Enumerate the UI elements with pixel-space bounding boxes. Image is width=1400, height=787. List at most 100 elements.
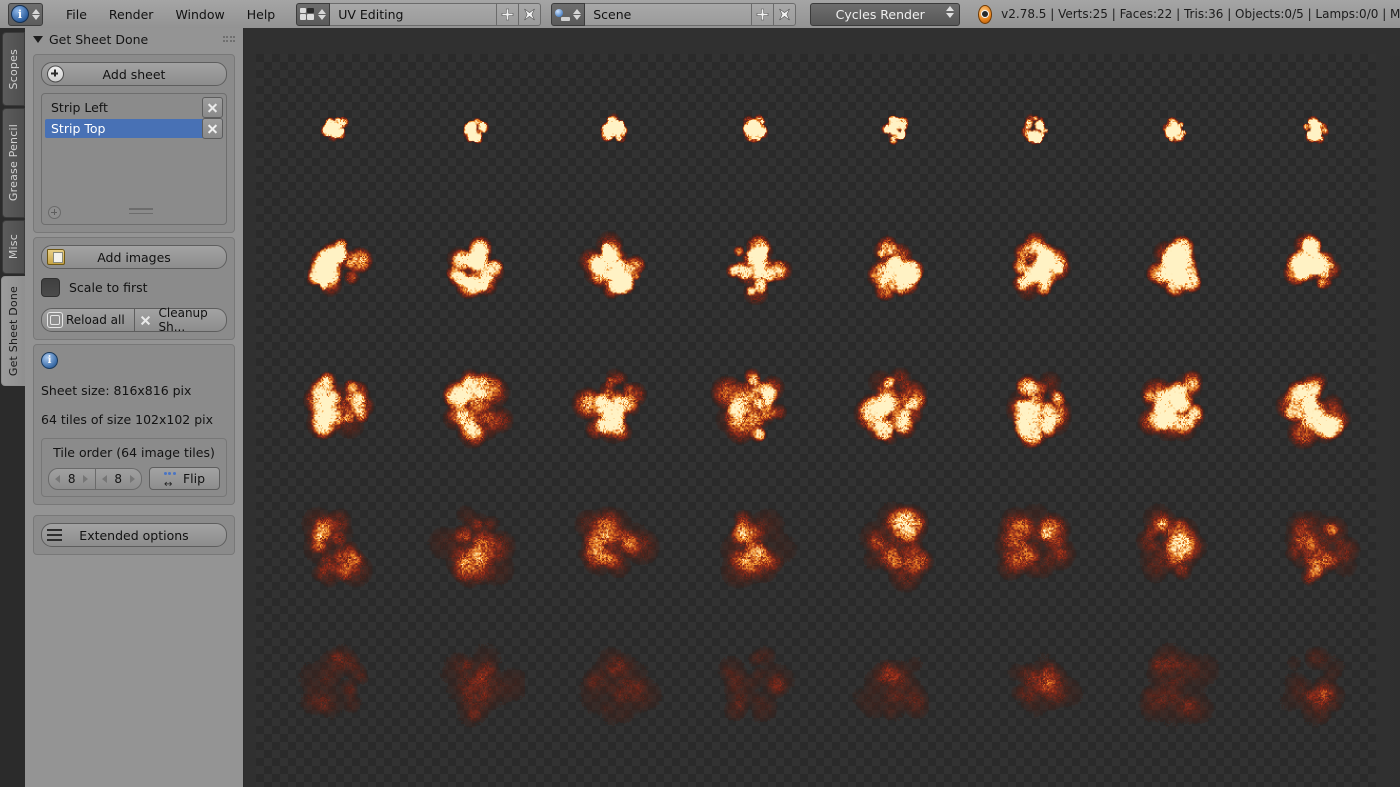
delete-scene-button[interactable] bbox=[774, 2, 797, 26]
sprite-tile bbox=[1264, 80, 1365, 181]
add-strip-icon[interactable] bbox=[48, 206, 61, 219]
tile-rows-stepper[interactable]: 8 bbox=[95, 467, 142, 490]
canvas-right-edge bbox=[1378, 56, 1400, 787]
blender-window: i File Render Window Help UV Editing Sce… bbox=[0, 0, 1400, 787]
list-icon bbox=[47, 529, 62, 541]
flip-icon: ↔ bbox=[163, 471, 179, 489]
menu-item-render[interactable]: Render bbox=[98, 5, 165, 24]
sprite-tile bbox=[284, 360, 385, 461]
close-icon[interactable] bbox=[202, 97, 223, 118]
strip-label: Strip Left bbox=[51, 100, 108, 115]
reload-all-button[interactable]: Reload all bbox=[41, 308, 135, 332]
strip-list[interactable]: Strip Left Strip Top bbox=[41, 93, 227, 225]
sprite-sheet-image[interactable] bbox=[256, 54, 1376, 787]
sprite-tile bbox=[424, 80, 525, 181]
properties-sidebar: Get Sheet Done Add sheet Strip Left Stri… bbox=[25, 28, 244, 787]
cleanup-sheet-button[interactable]: Cleanup Sh... bbox=[134, 306, 227, 334]
sidebar-tab-get-sheet-done[interactable]: Get Sheet Done bbox=[1, 276, 26, 386]
render-engine-value: Cycles Render bbox=[835, 6, 925, 22]
sprite-tile bbox=[704, 640, 805, 741]
scale-to-first-row[interactable]: Scale to first bbox=[41, 278, 227, 297]
scene-icon[interactable] bbox=[551, 2, 586, 26]
sprite-tile bbox=[564, 640, 665, 741]
extended-options-label: Extended options bbox=[79, 527, 189, 543]
sprite-tile bbox=[984, 640, 1085, 741]
sprite-tile bbox=[284, 640, 385, 741]
info-icon: i bbox=[41, 352, 58, 369]
chevron-right-icon[interactable] bbox=[83, 474, 89, 483]
list-footer bbox=[48, 206, 220, 219]
add-sheet-button[interactable]: Add sheet bbox=[41, 62, 227, 86]
sheets-box: Add sheet Strip Left Strip Top bbox=[33, 54, 235, 233]
close-icon[interactable] bbox=[202, 118, 223, 139]
sprite-tile bbox=[984, 500, 1085, 601]
sprite-tile bbox=[564, 220, 665, 321]
sprite-tile bbox=[844, 640, 945, 741]
scale-to-first-checkbox[interactable] bbox=[41, 278, 60, 297]
sidebar-tab-misc[interactable]: Misc bbox=[2, 220, 25, 274]
sprite-tile bbox=[1264, 220, 1365, 321]
list-item[interactable]: Strip Top bbox=[45, 118, 223, 139]
sprite-tile bbox=[1264, 360, 1365, 461]
tile-order-controls: 8 8 ↔ Flip bbox=[48, 467, 220, 490]
chevron-updown-icon bbox=[946, 5, 955, 18]
tile-order-box: Tile order (64 image tiles) 8 8 ↔ Flip bbox=[41, 438, 227, 497]
sidebar-tab-grease-pencil[interactable]: Grease Pencil bbox=[2, 108, 25, 218]
extended-options-box: Extended options bbox=[33, 515, 235, 555]
sprite-tile bbox=[844, 360, 945, 461]
add-scene-button[interactable] bbox=[752, 2, 775, 26]
sprite-tile bbox=[844, 80, 945, 181]
resize-grabber[interactable] bbox=[128, 208, 153, 217]
sprite-tile bbox=[424, 500, 525, 601]
tile-info-text: 64 tiles of size 102x102 pix bbox=[41, 412, 214, 427]
page-title: Get Sheet Done bbox=[49, 31, 149, 47]
screen-layout-icon[interactable] bbox=[296, 2, 331, 26]
tile-columns-value: 8 bbox=[67, 471, 76, 486]
sprite-tile bbox=[704, 80, 805, 181]
list-item[interactable]: Strip Left bbox=[45, 97, 223, 118]
reload-icon bbox=[47, 312, 63, 328]
uv-image-editor-canvas[interactable] bbox=[244, 28, 1400, 787]
top-header-bar: i File Render Window Help UV Editing Sce… bbox=[0, 0, 1400, 29]
sidebar-tab-scopes[interactable]: Scopes bbox=[2, 32, 25, 106]
extended-options-button[interactable]: Extended options bbox=[41, 523, 227, 547]
panel-header-get-sheet-done[interactable]: Get Sheet Done bbox=[25, 28, 243, 50]
scene-value[interactable]: Scene bbox=[585, 2, 753, 26]
menu-item-help[interactable]: Help bbox=[236, 5, 287, 24]
sprite-tile bbox=[424, 360, 525, 461]
delete-screen-layout-button[interactable] bbox=[519, 2, 542, 26]
sprite-tile bbox=[1264, 640, 1365, 741]
menu-item-window[interactable]: Window bbox=[164, 5, 235, 24]
render-engine-selector[interactable]: Cycles Render bbox=[810, 2, 961, 26]
screen-layout-selector[interactable]: UV Editing bbox=[296, 2, 542, 26]
screen-layout-value[interactable]: UV Editing bbox=[330, 2, 498, 26]
sidebar-tab-label: Misc bbox=[7, 234, 20, 260]
tile-columns-stepper[interactable]: 8 bbox=[48, 467, 96, 490]
menu-item-file[interactable]: File bbox=[55, 5, 98, 24]
tile-rows-value: 8 bbox=[114, 471, 123, 486]
sidebar-tab-label: Grease Pencil bbox=[7, 124, 20, 202]
chevron-right-icon[interactable] bbox=[129, 474, 135, 483]
add-screen-layout-button[interactable] bbox=[497, 2, 520, 26]
tile-order-title: Tile order (64 image tiles) bbox=[53, 445, 215, 460]
add-images-button[interactable]: Add images bbox=[41, 245, 227, 269]
sheet-size-text: Sheet size: 816x816 pix bbox=[41, 383, 192, 398]
sprite-tile bbox=[424, 640, 525, 741]
sprite-tile bbox=[564, 500, 665, 601]
flip-button[interactable]: ↔ Flip bbox=[149, 467, 220, 490]
sidebar-tab-label: Get Sheet Done bbox=[7, 285, 20, 377]
chevron-updown-icon bbox=[31, 6, 40, 23]
add-sheet-label: Add sheet bbox=[102, 66, 166, 82]
sheet-info-box: i Sheet size: 816x816 pix 64 tiles of si… bbox=[33, 344, 235, 505]
scene-selector[interactable]: Scene bbox=[551, 2, 797, 26]
grip-dots-icon bbox=[222, 36, 235, 42]
sprite-tile bbox=[704, 500, 805, 601]
sprite-tile bbox=[984, 360, 1085, 461]
chevron-left-icon[interactable] bbox=[101, 474, 107, 483]
editor-type-info-button[interactable]: i bbox=[8, 2, 43, 26]
chevron-left-icon[interactable] bbox=[55, 474, 60, 483]
close-icon bbox=[140, 315, 151, 326]
sprite-tile bbox=[284, 500, 385, 601]
sprite-tile bbox=[564, 80, 665, 181]
sprite-tile bbox=[1124, 220, 1225, 321]
